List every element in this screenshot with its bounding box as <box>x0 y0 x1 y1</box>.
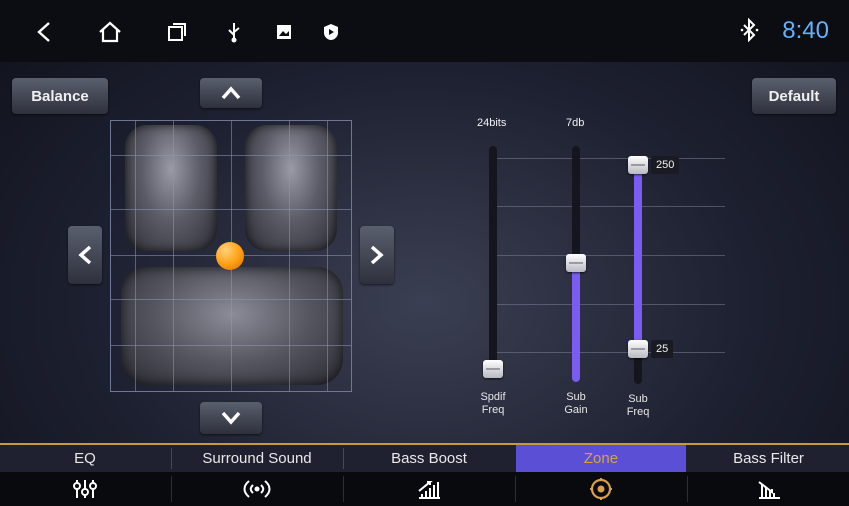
bass-boost-icon[interactable] <box>344 472 514 506</box>
back-icon[interactable] <box>30 18 58 46</box>
tab-icon-bar <box>0 472 849 506</box>
sub-gain-label: Sub Gain <box>564 391 588 416</box>
tab-surround-sound[interactable]: Surround Sound <box>172 445 342 472</box>
surround-icon[interactable] <box>172 472 342 506</box>
spdif-freq-value: 24bits <box>477 117 507 129</box>
default-button[interactable]: Default <box>752 78 836 114</box>
listening-position-marker[interactable] <box>216 242 244 270</box>
usb-icon <box>220 18 248 46</box>
clock: 8:40 <box>782 17 829 44</box>
spdif-freq-label: Spdif Freq <box>480 391 506 416</box>
tab-bass-filter[interactable]: Bass Filter <box>688 445 849 472</box>
shield-play-icon <box>317 18 345 46</box>
bass-filter-icon[interactable] <box>688 472 849 506</box>
sub-freq-max-value: 250 <box>651 156 680 174</box>
image-icon <box>270 18 298 46</box>
equalizer-icon[interactable] <box>0 472 170 506</box>
sub-freq-min-value: 25 <box>651 340 674 358</box>
chevron-up-icon <box>221 86 241 100</box>
sub-gain-knob[interactable] <box>566 254 586 272</box>
rear-bench-seat <box>121 267 343 385</box>
tab-eq[interactable]: EQ <box>0 445 170 472</box>
chevron-left-icon <box>78 245 92 265</box>
tab-bar: EQ Surround Sound Bass Boost Zone Bass F… <box>0 443 849 472</box>
move-up-button[interactable] <box>200 78 262 108</box>
chevron-down-icon <box>221 411 241 425</box>
move-left-button[interactable] <box>68 226 102 284</box>
tab-bass-boost[interactable]: Bass Boost <box>344 445 514 472</box>
move-down-button[interactable] <box>200 402 262 434</box>
sub-freq-label: Sub Freq <box>626 393 650 418</box>
balance-button[interactable]: Balance <box>12 78 108 114</box>
front-left-seat <box>125 125 217 251</box>
spdif-freq-knob[interactable] <box>483 360 503 378</box>
front-right-seat <box>245 125 337 251</box>
sub-freq-min-knob[interactable] <box>628 340 648 358</box>
bluetooth-icon <box>739 17 761 47</box>
sub-freq-max-knob[interactable] <box>628 156 648 174</box>
spdif-freq-slider[interactable] <box>489 146 497 372</box>
zone-icon[interactable] <box>516 472 686 506</box>
status-bar: 8:40 <box>0 0 849 62</box>
chevron-right-icon <box>370 245 384 265</box>
move-right-button[interactable] <box>360 226 394 284</box>
home-icon[interactable] <box>96 18 124 46</box>
tab-zone[interactable]: Zone <box>516 445 686 472</box>
sub-gain-value: 7db <box>566 117 585 129</box>
recent-apps-icon[interactable] <box>163 18 191 46</box>
